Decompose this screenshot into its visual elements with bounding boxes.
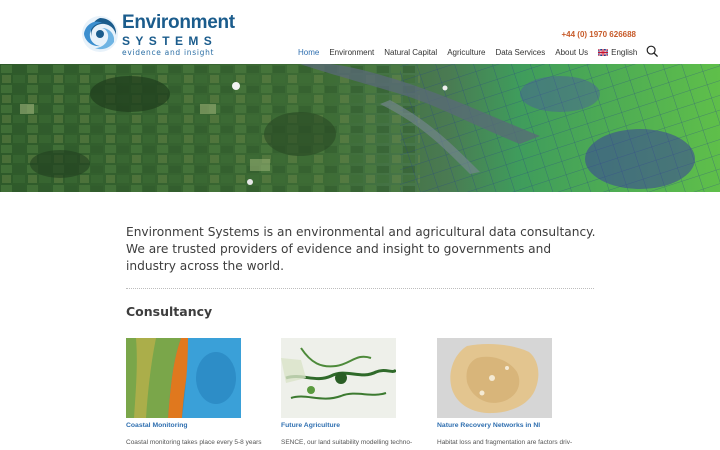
- site-logo[interactable]: Environment SYSTEMS evidence and insight: [80, 12, 235, 58]
- nav-item-natural-capital[interactable]: Natural Capital: [384, 48, 437, 57]
- phone-number[interactable]: +44 (0) 1970 626688: [561, 30, 636, 39]
- card-title[interactable]: Coastal Monitoring: [126, 422, 264, 429]
- language-label: English: [611, 47, 638, 57]
- card-excerpt: Coastal monitoring takes place every 5-8…: [126, 439, 262, 446]
- hero-satellite-banner: [0, 64, 720, 192]
- logo-wordmark-systems: SYSTEMS: [122, 34, 218, 48]
- nav-item-home[interactable]: Home: [298, 48, 319, 57]
- search-icon[interactable]: [646, 45, 659, 57]
- nature-recovery-map-image[interactable]: [437, 338, 552, 418]
- card-title[interactable]: Future Agriculture: [281, 422, 419, 429]
- card-title[interactable]: Nature Recovery Networks in NI: [437, 422, 575, 429]
- main-nav: Home Environment Natural Capital Agricul…: [298, 45, 659, 59]
- nav-item-data-services[interactable]: Data Services: [495, 48, 545, 57]
- coastal-monitoring-image[interactable]: [126, 338, 241, 418]
- intro-paragraph: Environment Systems is an environmental …: [126, 225, 596, 273]
- nav-item-environment[interactable]: Environment: [329, 48, 374, 57]
- language-selector[interactable]: English: [598, 48, 637, 57]
- site-header: Environment SYSTEMS evidence and insight…: [0, 0, 720, 64]
- uk-flag-icon: [598, 48, 609, 56]
- satellite-image: [0, 64, 720, 192]
- section-title-consultancy: Consultancy: [126, 304, 213, 319]
- logo-wordmark-environment: Environment: [122, 12, 235, 33]
- nav-item-agriculture[interactable]: Agriculture: [447, 48, 485, 57]
- card-future-agriculture[interactable]: Future Agriculture SENCE, our land suita…: [281, 338, 419, 446]
- card-coastal-monitoring[interactable]: Coastal Monitoring Coastal monitoring ta…: [126, 338, 264, 446]
- logo-tagline: evidence and insight: [122, 48, 215, 57]
- section-divider: [126, 288, 594, 289]
- card-nature-recovery-ni[interactable]: Nature Recovery Networks in NI Habitat l…: [437, 338, 575, 446]
- card-excerpt: SENCE, our land suitability modelling te…: [281, 439, 413, 446]
- swirl-logo-icon: [82, 16, 118, 52]
- card-excerpt: Habitat loss and fragmentation are facto…: [437, 439, 573, 446]
- future-agriculture-image[interactable]: [281, 338, 396, 418]
- nav-item-about-us[interactable]: About Us: [555, 48, 588, 57]
